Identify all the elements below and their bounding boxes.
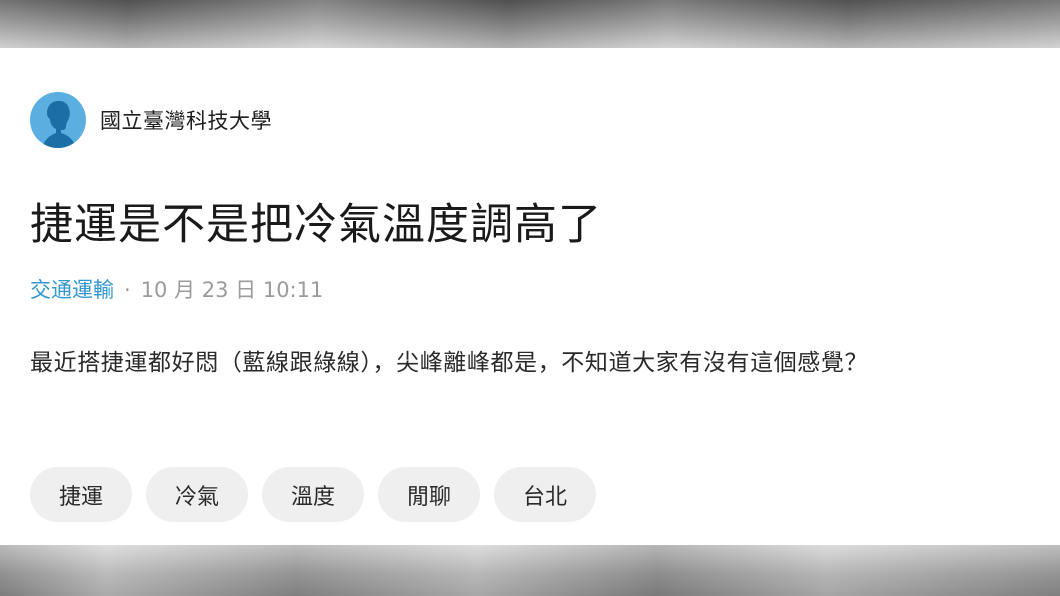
avatar[interactable] <box>30 92 86 148</box>
blurred-background-top <box>0 0 1060 48</box>
post-meta: 交通運輸 · 10 月 23 日 10:11 <box>30 274 323 304</box>
post-content: 最近搭捷運都好悶（藍線跟綠線），尖峰離峰都是，不知道大家有沒有這個感覺？ <box>30 350 869 376</box>
author-row[interactable]: 國立臺灣科技大學 <box>30 92 272 148</box>
blurred-background-bottom <box>0 545 1060 596</box>
tag-chip[interactable]: 閒聊 <box>378 467 480 522</box>
forum-link[interactable]: 交通運輸 <box>30 278 114 302</box>
tag-chip[interactable]: 冷氣 <box>146 467 248 522</box>
tag-chip[interactable]: 捷運 <box>30 467 132 522</box>
tag-list: 捷運 冷氣 溫度 閒聊 台北 <box>30 467 596 522</box>
meta-separator: · <box>124 278 131 302</box>
tag-chip[interactable]: 台北 <box>494 467 596 522</box>
tag-chip[interactable]: 溫度 <box>262 467 364 522</box>
user-silhouette-icon <box>42 100 76 148</box>
post-card: 國立臺灣科技大學 捷運是不是把冷氣溫度調高了 交通運輸 · 10 月 23 日 10… <box>0 48 1060 545</box>
post-title: 捷運是不是把冷氣溫度調高了 <box>30 200 602 250</box>
post-datetime: 10 月 23 日 10:11 <box>140 278 324 302</box>
school-name[interactable]: 國立臺灣科技大學 <box>100 105 272 135</box>
